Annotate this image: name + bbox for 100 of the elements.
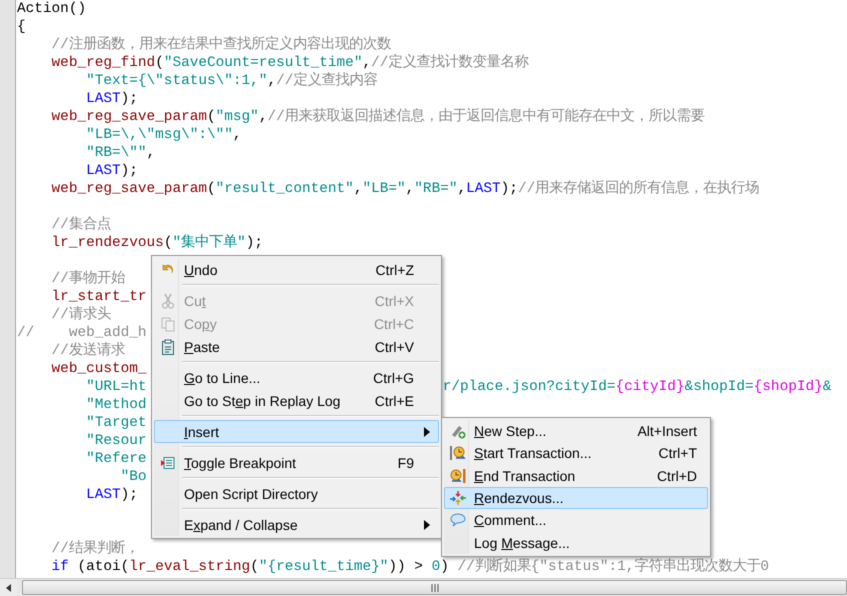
code-comment: //定义查找计数变量名称 [371, 54, 528, 72]
clipboard-icon [160, 338, 176, 354]
code-comment: //注册函数，用来在结果中查找所定义内容出现的次数 [50, 36, 391, 54]
code-text: "Text={\"status\":1," [85, 72, 268, 90]
menu-item[interactable]: Go to Step in Replay Log Ctrl+E [154, 389, 439, 412]
shortcut-text: Ctrl+T [658, 445, 698, 462]
shortcut-text: Alt+Insert [637, 423, 698, 440]
scroll-left-button[interactable] [0, 579, 17, 596]
code-text: LAST [85, 486, 121, 504]
code-text: "URL=ht [85, 378, 147, 396]
shortcut-text: Ctrl+D [656, 468, 698, 484]
code-comment: //集合点 [50, 216, 111, 234]
code-text: ( [164, 234, 172, 252]
menu-item[interactable]: Go to Line... Ctrl+G [154, 366, 439, 389]
code-text: lr_start_tr [50, 288, 147, 306]
code-text: & [822, 378, 832, 396]
breakpoint-icon [160, 454, 176, 470]
code-text: , [457, 180, 466, 198]
menu-item[interactable]: End Transaction Ctrl+D [444, 464, 708, 487]
menu-item[interactable]: Comment... [444, 509, 708, 532]
code-comment: //发送请求 [50, 342, 125, 360]
code-comment: //判断如果{"status":1,字符串出现次数大于0 [457, 558, 770, 576]
menu-item[interactable]: Expand / Collapse [154, 513, 439, 536]
code-text: ( [250, 558, 259, 576]
shortcut-text: F9 [398, 454, 415, 470]
code-text: if [50, 558, 69, 576]
code-text: , [406, 180, 414, 198]
code-text: , [146, 144, 156, 162]
code-text: ) [440, 558, 450, 576]
code-text: "RB=\"" [85, 144, 147, 162]
code-text: "result_content" [216, 180, 354, 198]
menu-item[interactable]: Rendezvous... [444, 486, 708, 510]
shortcut-text: Ctrl+X [374, 292, 415, 308]
code-text: , [258, 108, 268, 126]
code-comment: //事物开始 [50, 270, 125, 288]
code-comment: //定义查找内容 [276, 72, 378, 90]
speech-bubble-icon [450, 512, 466, 528]
transaction-end-icon [449, 468, 467, 484]
rendezvous-icon [449, 490, 467, 506]
scissors-icon [160, 292, 176, 308]
shortcut-text: Ctrl+E [374, 392, 415, 408]
code-text: web_reg_save_param [50, 180, 207, 198]
code-text: lr_rendezvous [50, 234, 164, 252]
menu-item[interactable]: Open Script Directory [154, 482, 439, 505]
code-text: (atoi( [76, 558, 130, 576]
code-text: "Bo [120, 468, 147, 486]
code-text: lr_eval_string [129, 558, 250, 576]
menu-item[interactable]: Log Message... [444, 531, 708, 554]
menu-item[interactable]: Paste Ctrl+V [154, 335, 439, 358]
menu-item[interactable]: Insert [154, 420, 439, 443]
code-text: {cityId} [615, 378, 685, 396]
code-text: , [267, 72, 276, 90]
shortcut-text: Ctrl+V [374, 338, 415, 354]
code-text: r/place.json?cityId= [442, 378, 616, 396]
code-text: "Target [85, 414, 147, 432]
menu-item[interactable]: Start Transaction... Ctrl+T [444, 442, 708, 465]
code-text: )) > [388, 558, 424, 576]
code-text: ); [246, 234, 264, 252]
code-text: ( [155, 54, 164, 72]
code-text: ); [120, 486, 138, 504]
code-text: "SaveCount=result_time" [164, 54, 362, 72]
shortcut-text: Ctrl+C [374, 316, 415, 332]
shortcut-text: Ctrl+Z [376, 262, 415, 278]
code-text: LAST [85, 162, 121, 180]
copy-icon [160, 316, 176, 332]
menu-item[interactable]: Undo Ctrl+Z [154, 258, 439, 281]
scrollbar-thumb[interactable] [22, 580, 847, 595]
code-comment: //用来存储返回的所有信息，在执行场 [518, 180, 760, 198]
code-text: ); [120, 162, 138, 180]
code-text: { [17, 18, 26, 36]
shortcut-text: Ctrl+G [373, 370, 415, 386]
code-text: web_reg_find [50, 54, 156, 72]
code-text: &shopId= [684, 378, 754, 396]
code-text: , [362, 54, 372, 72]
code-text: 0 [432, 558, 440, 576]
code-text: ( [207, 108, 216, 126]
code-text: "集中下单" [172, 234, 246, 252]
code-text: ); [500, 180, 518, 198]
code-text: Action() [17, 0, 86, 18]
code-text: ); [120, 90, 138, 108]
code-text: web_reg_save_param [50, 108, 207, 126]
menu-item[interactable]: New Step... Alt+Insert [444, 420, 708, 442]
menu-item[interactable]: Toggle Breakpoint F9 [154, 451, 439, 474]
code-text: "{result_time}" [258, 558, 388, 576]
code-text: "Resour [85, 432, 147, 450]
code-text: "RB=" [414, 180, 458, 198]
code-comment: //结果判断， [50, 540, 139, 558]
left-arrow-icon [6, 584, 11, 592]
code-text: "LB=\,\"msg\":\"" [85, 126, 233, 144]
code-text: "LB=" [362, 180, 406, 198]
grip-icon [430, 584, 438, 592]
code-text: LAST [85, 90, 121, 108]
code-comment: //用来获取返回描述信息，由于返回信息中有可能存在中文，所以需要 [267, 108, 705, 126]
code-text: {shopId} [754, 378, 823, 396]
code-text: "Method [85, 396, 147, 414]
code-text: "msg" [216, 108, 259, 126]
code-text: "Refere [85, 450, 147, 468]
code-text: LAST [466, 180, 501, 198]
code-text: , [354, 180, 362, 198]
code-text: ( [207, 180, 216, 198]
